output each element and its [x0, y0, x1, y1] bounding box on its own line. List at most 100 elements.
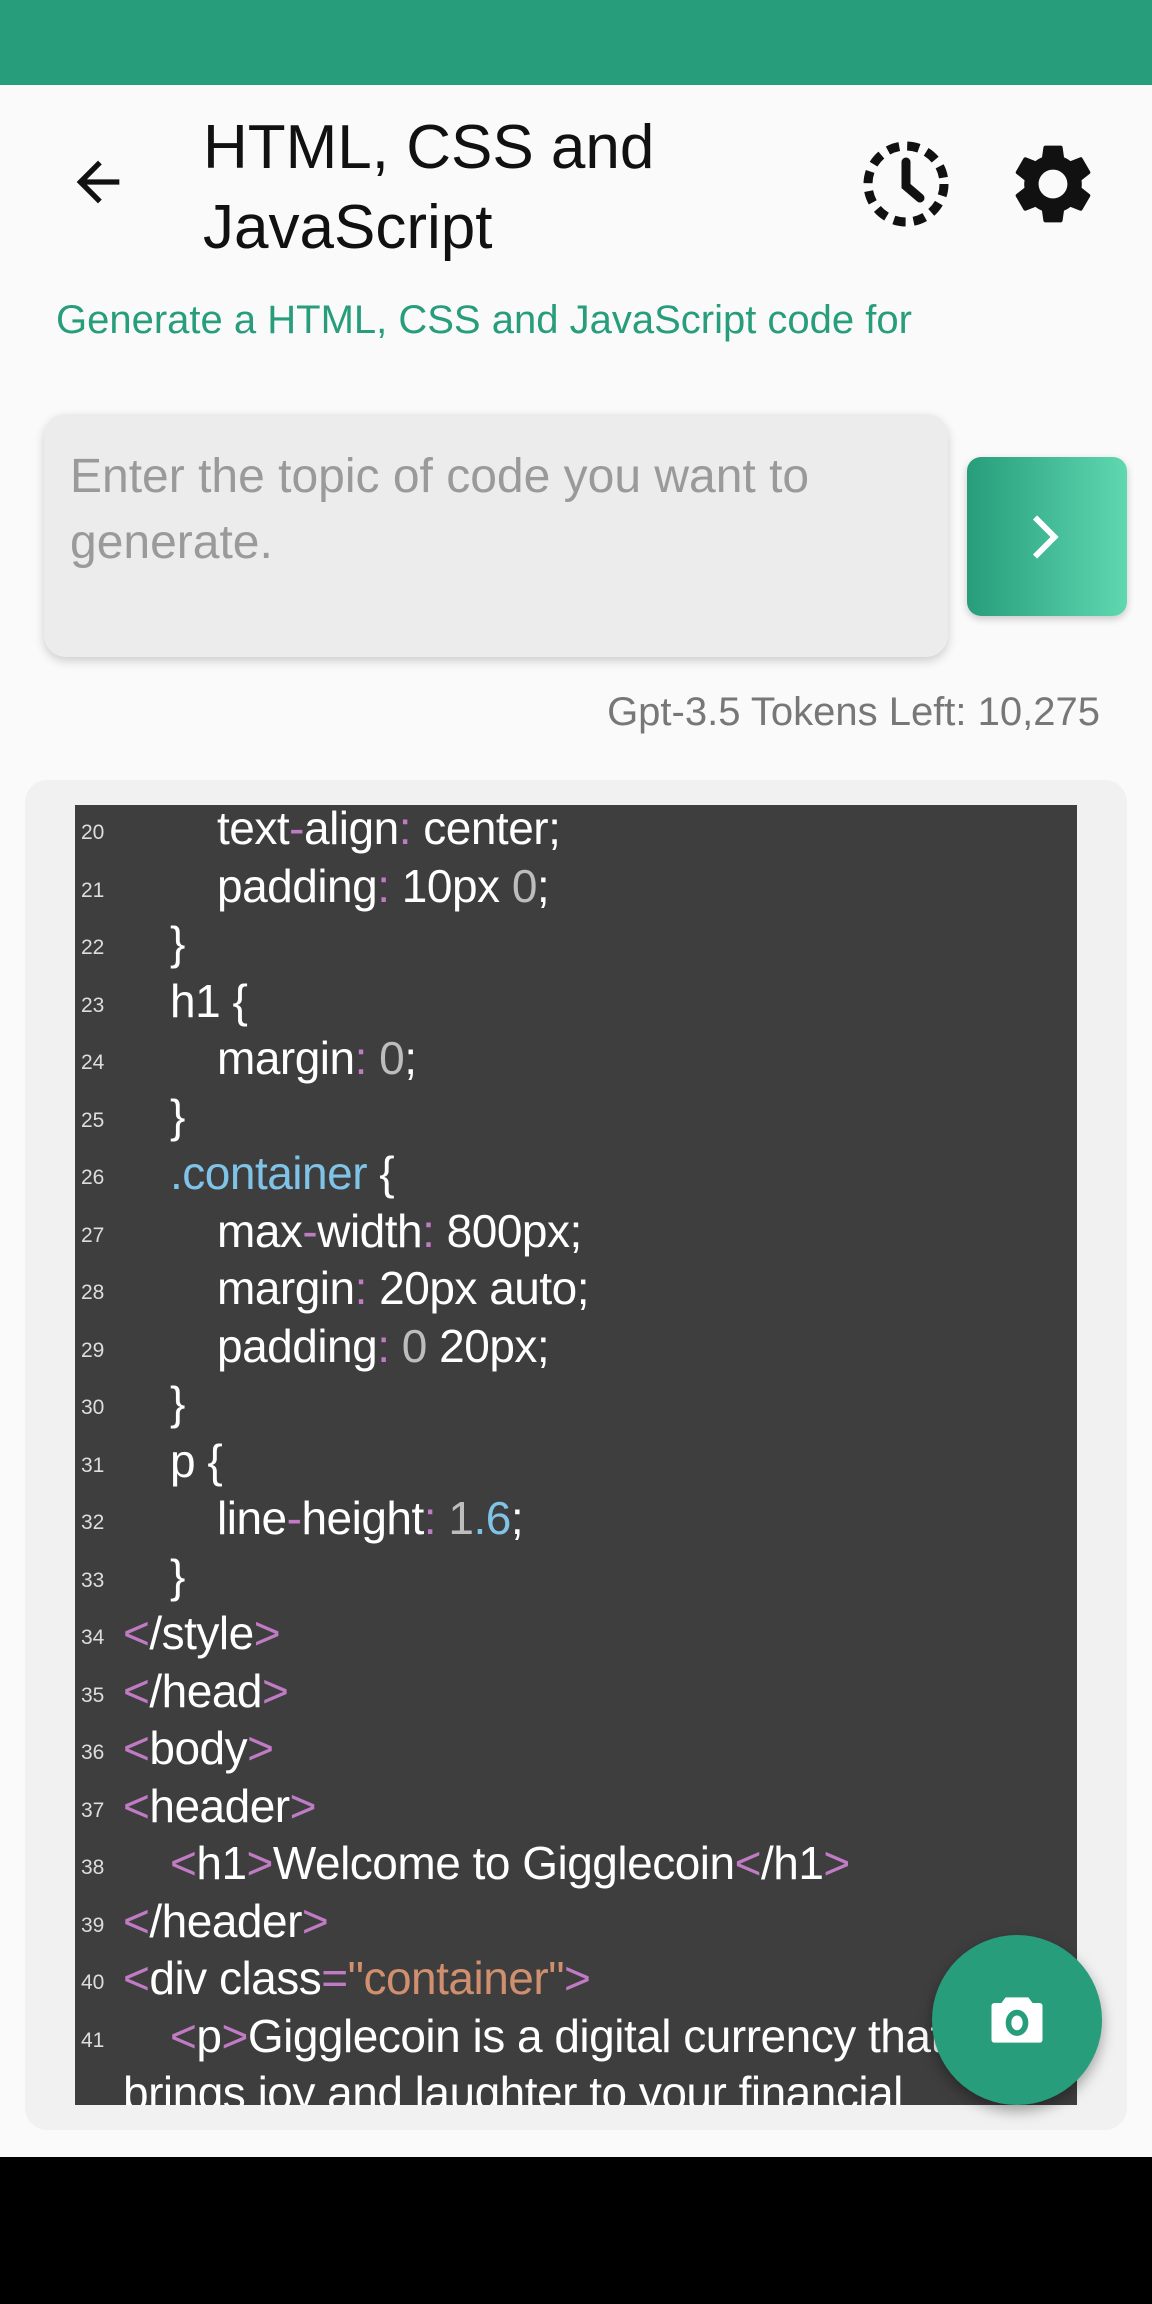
back-button[interactable] — [66, 150, 130, 214]
topic-input[interactable]: Enter the topic of code you want to gene… — [44, 414, 948, 657]
code-line: 27 max-width: 800px; — [75, 1203, 1077, 1261]
code-token: Welcome to Gigglecoin — [272, 1837, 735, 1889]
code-token: > — [247, 1722, 274, 1774]
system-nav-bar — [0, 2157, 1152, 2304]
line-number: 39 — [81, 1913, 105, 1937]
code-line-text: padding: 0 20px; — [123, 1318, 1057, 1376]
code-token: 800px; — [434, 1204, 583, 1257]
line-number: 37 — [81, 1798, 105, 1822]
screenshot-fab[interactable] — [932, 1935, 1102, 2105]
code-line-text: text-align: center; — [123, 805, 1057, 858]
code-token: 0 — [379, 1032, 405, 1084]
code-token: < — [123, 1952, 150, 2004]
code-line-text: <header> — [123, 1778, 1057, 1836]
line-number: 20 — [81, 821, 105, 844]
code-line-text: <div class="container"> — [123, 1950, 1057, 2008]
code-token: > — [253, 1607, 281, 1659]
code-token: body — [149, 1722, 248, 1774]
code-token: h1 { — [170, 974, 248, 1027]
code-token: 20px auto; — [366, 1262, 590, 1314]
code-token: { — [367, 1147, 395, 1199]
code-token: padding — [217, 859, 378, 912]
code-line: 32 line-height: 1.6; — [75, 1490, 1077, 1548]
code-token: < — [123, 1779, 150, 1832]
code-line: 21 padding: 10px 0; — [75, 858, 1077, 916]
code-token: 0 — [511, 859, 538, 912]
line-number: 32 — [81, 1511, 105, 1534]
line-number: 33 — [81, 1568, 105, 1592]
code-token: - — [289, 805, 304, 854]
line-number: 41 — [81, 2028, 105, 2052]
code-line-text: </head> — [123, 1663, 1057, 1721]
code-token: : — [377, 859, 390, 912]
code-token: < — [170, 2009, 197, 2062]
code-line: 37 <header> — [75, 1778, 1077, 1836]
page-title: HTML, CSS and JavaScript — [203, 113, 655, 262]
code-line: 39 </header> — [75, 1893, 1077, 1951]
code-token: < — [123, 1664, 150, 1717]
line-number: 25 — [81, 1108, 105, 1132]
code-line: 24 margin: 0; — [75, 1030, 1077, 1088]
line-number: 36 — [81, 1741, 105, 1764]
history-button[interactable] — [858, 136, 954, 232]
code-line-text: } — [123, 1548, 1057, 1606]
code-token: > — [301, 1894, 329, 1947]
code-token: "container" — [347, 1952, 565, 2004]
line-number: 27 — [81, 1223, 105, 1247]
line-number: 22 — [81, 936, 105, 959]
code-token: } — [170, 1089, 185, 1142]
code-token: : — [354, 1262, 368, 1314]
line-number: 28 — [81, 1281, 105, 1304]
line-number: 40 — [81, 1971, 105, 1994]
code-token: padding — [217, 1319, 378, 1372]
code-token: .container — [170, 1147, 368, 1199]
code-line-text: h1 { — [123, 973, 1057, 1031]
code-token: /head — [149, 1664, 262, 1717]
code-line: 30} — [75, 1375, 1077, 1433]
code-line-text: margin: 0; — [123, 1030, 1057, 1088]
code-line: 25} — [75, 1088, 1077, 1146]
generate-button[interactable] — [967, 457, 1127, 616]
settings-button[interactable] — [1005, 136, 1101, 232]
prompt-label: Generate a HTML, CSS and JavaScript code… — [56, 298, 912, 342]
code-token: 20px; — [426, 1319, 550, 1372]
code-token: center; — [410, 805, 561, 854]
code-token: height — [301, 1492, 424, 1544]
code-line: 26 .container { — [75, 1145, 1077, 1203]
code-token: < — [170, 1837, 197, 1889]
code-token: } — [170, 1549, 185, 1602]
code-line-text: } — [123, 915, 1057, 973]
code-token: /h1 — [760, 1837, 824, 1889]
code-token: 0 — [401, 1319, 428, 1372]
code-line: 35 </head> — [75, 1663, 1077, 1721]
arrow-left-icon — [76, 160, 120, 204]
code-token: ; — [510, 1492, 524, 1544]
code-token: < — [123, 1722, 150, 1774]
line-number: 24 — [81, 1051, 105, 1074]
code-line: 34 </style> — [75, 1605, 1077, 1663]
line-number: 35 — [81, 1683, 105, 1707]
code-token: text — [217, 805, 290, 854]
code-token: /header — [149, 1894, 302, 1947]
line-number: 31 — [81, 1453, 105, 1477]
code-token: width — [317, 1204, 423, 1257]
code-line-text: } — [123, 1088, 1057, 1146]
code-line: 40 <div class="container"> — [75, 1950, 1077, 2008]
code-token: ; — [536, 859, 550, 912]
tokens-left-label: Gpt-3.5 Tokens Left: 10,275 — [607, 690, 1100, 734]
code-token: p { — [170, 1434, 223, 1487]
code-line-text: <body> — [123, 1720, 1057, 1778]
code-token: align — [303, 805, 399, 854]
gear-icon — [1015, 145, 1091, 223]
code-line-text: max-width: 800px; — [123, 1203, 1057, 1261]
code-token: : — [423, 1492, 437, 1544]
code-token: p — [196, 2009, 222, 2062]
code-line-text: <h1>Welcome to Gigglecoin</h1> — [123, 1835, 1057, 1893]
line-number: 38 — [81, 1856, 105, 1879]
code-token: > — [221, 2009, 248, 2062]
code-line: 36 <body> — [75, 1720, 1077, 1778]
line-number: 23 — [81, 993, 105, 1017]
code-viewer[interactable]: 20 text-align: center; 21 padding: 10px 0; 2… — [75, 805, 1077, 2105]
